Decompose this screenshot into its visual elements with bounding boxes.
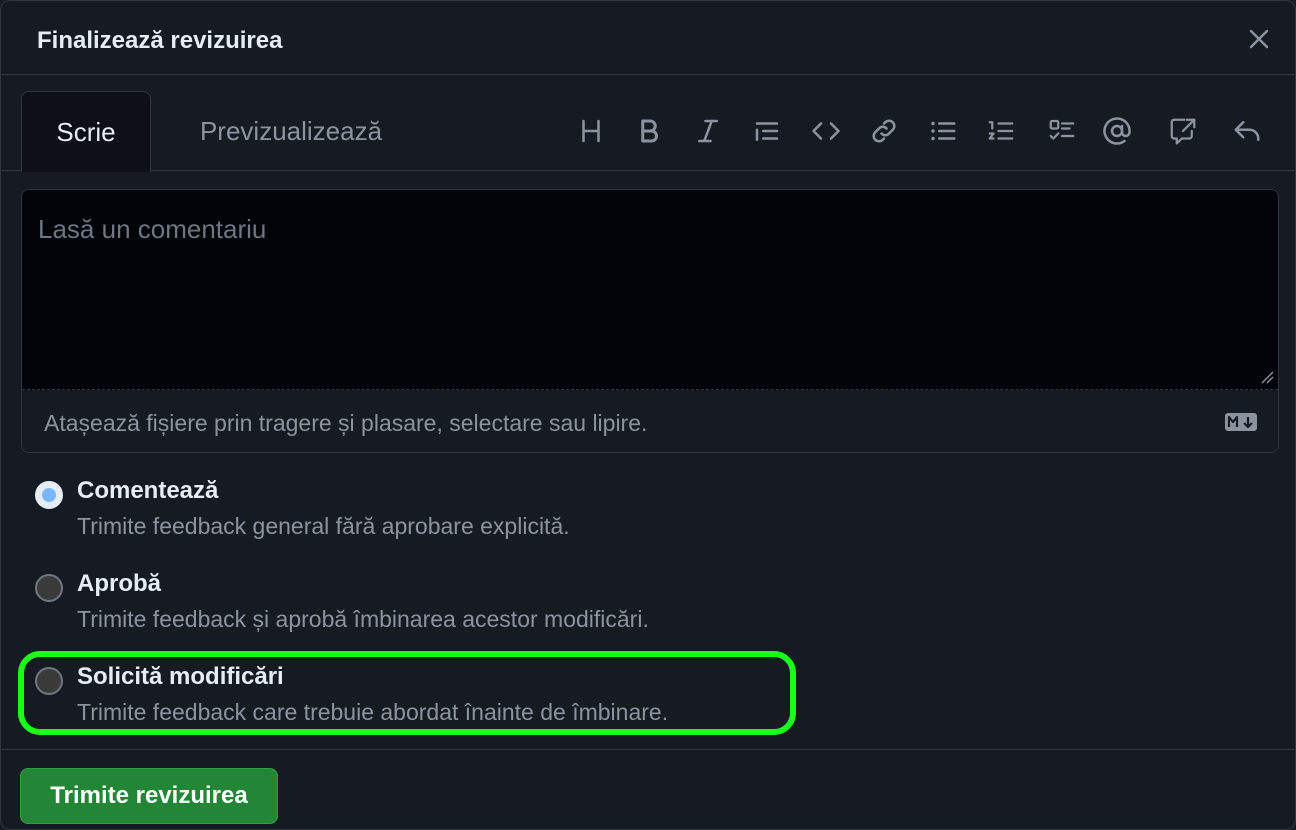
option-approve-title: Aprobă xyxy=(77,570,161,597)
attach-files-text: Atașează fișiere prin tragere și plasare… xyxy=(44,410,648,436)
close-button[interactable] xyxy=(1243,23,1275,55)
task-list-icon xyxy=(1049,119,1075,140)
option-comment-title: Comentează xyxy=(77,477,219,504)
option-approve[interactable]: Aprobă Trimite feedback și aprobă îmbina… xyxy=(35,568,795,638)
mention-icon xyxy=(1103,117,1131,145)
reference-button[interactable] xyxy=(1165,113,1201,149)
unordered-list-button[interactable] xyxy=(925,113,961,149)
comment-textarea[interactable] xyxy=(22,190,1278,390)
heading-icon xyxy=(582,119,600,143)
resize-handle-icon[interactable] xyxy=(1260,370,1274,384)
code-button[interactable] xyxy=(808,113,844,149)
tab-preview[interactable]: Previzualizează xyxy=(171,91,411,171)
option-comment[interactable]: Comentează Trimite feedback general fără… xyxy=(35,475,795,545)
radio-comment[interactable] xyxy=(35,481,63,509)
dialog-footer: Trimite revizuirea xyxy=(1,749,1295,829)
review-dialog: Finalizează revizuirea Scrie Previzualiz… xyxy=(0,0,1296,830)
italic-icon xyxy=(698,119,718,143)
reference-icon xyxy=(1170,118,1196,145)
ordered-list-icon xyxy=(988,121,1014,140)
task-list-button[interactable] xyxy=(1044,113,1080,149)
markdown-icon xyxy=(1225,413,1257,431)
option-approve-description: Trimite feedback și aprobă îmbinarea ace… xyxy=(77,606,649,632)
option-comment-description: Trimite feedback general fără aprobare e… xyxy=(77,513,570,539)
submit-review-button[interactable]: Trimite revizuirea xyxy=(20,768,278,824)
quote-button[interactable] xyxy=(749,113,785,149)
bold-icon xyxy=(641,119,658,143)
editor-tabbar: Scrie Previzualizează xyxy=(1,91,1295,172)
heading-button[interactable] xyxy=(573,113,609,149)
unordered-list-icon xyxy=(931,121,956,141)
attach-files-bar[interactable]: Atașează fișiere prin tragere și plasare… xyxy=(22,390,1278,452)
highlight-annotation xyxy=(18,651,796,735)
ordered-list-button[interactable] xyxy=(983,113,1019,149)
link-icon xyxy=(872,119,896,143)
italic-button[interactable] xyxy=(690,113,726,149)
close-icon xyxy=(1249,29,1269,49)
radio-approve[interactable] xyxy=(35,574,63,602)
mention-button[interactable] xyxy=(1099,113,1135,149)
reply-icon xyxy=(1234,121,1260,141)
code-icon xyxy=(812,122,840,140)
link-button[interactable] xyxy=(866,113,902,149)
quote-icon xyxy=(755,122,779,141)
bold-button[interactable] xyxy=(631,113,667,149)
comment-editor: Atașează fișiere prin tragere și plasare… xyxy=(21,189,1279,453)
dialog-header: Finalizează revizuirea xyxy=(1,1,1295,75)
reply-button[interactable] xyxy=(1229,113,1265,149)
dialog-title: Finalizează revizuirea xyxy=(37,27,283,54)
tab-write[interactable]: Scrie xyxy=(21,91,151,172)
